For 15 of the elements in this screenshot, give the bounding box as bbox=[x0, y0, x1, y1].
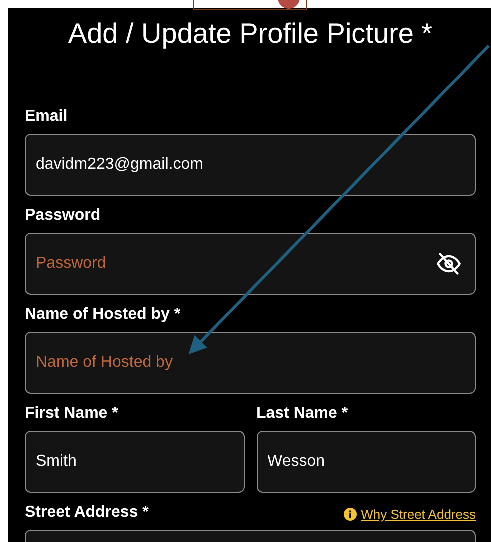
field-label: Street Address * bbox=[25, 504, 149, 522]
help-link[interactable]: Why Street Address bbox=[344, 507, 476, 522]
field-label: Email bbox=[25, 108, 69, 126]
field-label: Password bbox=[25, 207, 102, 225]
input-field[interactable]: davidm223@gmail.com bbox=[25, 134, 476, 196]
input-field[interactable]: Wesson bbox=[256, 431, 476, 493]
info-icon bbox=[344, 508, 358, 521]
password-field[interactable]: Password bbox=[25, 233, 476, 295]
input-field[interactable]: Name of Hosted by bbox=[25, 332, 476, 394]
page-title: Add / Update Profile Picture * bbox=[67, 18, 434, 50]
input-field[interactable]: Smith bbox=[25, 431, 244, 493]
field-label: First Name * bbox=[25, 405, 120, 423]
field-label: Name of Hosted by * bbox=[25, 306, 182, 324]
field-label: Last Name * bbox=[256, 405, 350, 423]
hidden-eye-icon[interactable] bbox=[436, 251, 462, 277]
